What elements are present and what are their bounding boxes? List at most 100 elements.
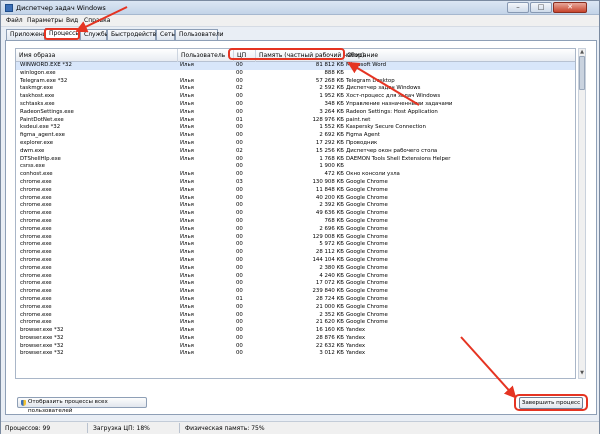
cell-image-name: conhost.exe — [20, 171, 53, 178]
tab-performance[interactable]: Быстродействие — [107, 29, 164, 40]
table-row[interactable]: figma_agent.exe Илья 00 2 692 КБ Figma Agent — [16, 132, 575, 140]
table-row[interactable]: winlogon.exe 00 888 КБ — [16, 70, 575, 78]
cell-user: Илья — [180, 334, 194, 341]
cell-memory: 2 392 КБ — [319, 202, 344, 209]
column-user[interactable]: Пользователь — [178, 49, 234, 62]
table-row[interactable]: chrome.exe Илья 00 2 380 КБ Google Chrome — [16, 265, 575, 273]
table-row[interactable]: chrome.exe Илья 00 768 КБ Google Chrome — [16, 218, 575, 226]
cell-memory: 144 104 КБ — [312, 256, 344, 263]
show-all-users-button[interactable]: Отобразить процессы всех пользователей — [17, 397, 147, 414]
cell-description: DAEMON Tools Shell Extensions Helper — [346, 155, 451, 162]
table-row[interactable]: WINWORD.EXE *32 Илья 00 81 812 КБ Microsoft … — [16, 62, 575, 70]
table-row[interactable]: chrome.exe Илья 00 4 240 КБ Google Chrome — [16, 273, 575, 281]
table-row[interactable]: chrome.exe Илья 01 28 724 КБ Google Chrome — [16, 296, 575, 304]
tab-services[interactable]: Службы — [80, 29, 109, 40]
cell-memory: 239 840 КБ — [312, 288, 344, 295]
vertical-scrollbar[interactable]: ▲ ▼ — [578, 48, 586, 379]
process-table[interactable]: Имя образа Пользователь ЦП Память (частн… — [15, 48, 576, 379]
menu-options[interactable]: Параметры — [27, 17, 63, 24]
tab-users[interactable]: Пользователи — [175, 29, 224, 40]
cell-image-name: WINWORD.EXE *32 — [20, 62, 72, 68]
maximize-button[interactable]: □ — [530, 2, 552, 13]
cell-cpu: 00 — [236, 225, 243, 232]
cell-image-name: chrome.exe — [20, 202, 52, 209]
menu-help[interactable]: Справка — [84, 17, 110, 24]
scroll-thumb[interactable] — [579, 56, 585, 90]
table-row[interactable]: browser.exe *32 Илья 00 28 876 КБ Yandex — [16, 335, 575, 343]
cell-description: Диспетчер задач Windows — [346, 85, 421, 92]
table-row[interactable]: ksdeui.exe *32 Илья 00 1 552 КБ Kaspersky Se… — [16, 124, 575, 132]
cell-memory: 21 000 КБ — [315, 303, 344, 310]
table-row[interactable]: chrome.exe Илья 00 40 200 КБ Google Chrome — [16, 195, 575, 203]
cell-memory: 3 264 КБ — [319, 108, 344, 115]
table-row[interactable]: schtasks.exe Илья 00 348 КБ Управление назна… — [16, 101, 575, 109]
cell-description: Хост-процесс для задач Windows — [346, 93, 441, 100]
processes-tab-highlight — [44, 28, 80, 40]
table-row[interactable]: browser.exe *32 Илья 00 16 160 КБ Yandex — [16, 327, 575, 335]
table-row[interactable]: chrome.exe Илья 00 2 696 КБ Google Chrome — [16, 226, 575, 234]
cell-description: Google Chrome — [346, 217, 388, 224]
table-row[interactable]: chrome.exe Илья 00 2 352 КБ Google Chrome — [16, 312, 575, 320]
cell-memory: 1 768 КБ — [319, 155, 344, 162]
close-button[interactable]: ✕ — [553, 2, 587, 13]
cell-image-name: explorer.exe — [20, 139, 54, 146]
tab-applications[interactable]: Приложения — [6, 29, 50, 40]
cell-description: Yandex — [346, 334, 366, 341]
cell-description: Radeon Settings: Host Application — [346, 108, 438, 115]
table-row[interactable]: explorer.exe Илья 00 17 292 КБ Проводник — [16, 140, 575, 148]
table-row[interactable]: chrome.exe Илья 00 21 620 КБ Google Chrome — [16, 319, 575, 327]
table-row[interactable]: PaintDotNet.exe Илья 01 128 976 КБ paint.net — [16, 117, 575, 125]
table-row[interactable]: conhost.exe Илья 00 472 КБ Окно консоли узла — [16, 171, 575, 179]
cell-memory: 22 632 КБ — [315, 342, 344, 349]
table-row[interactable]: browser.exe *32 Илья 00 22 632 КБ Yandex — [16, 343, 575, 351]
table-row[interactable]: browser.exe *32 Илья 00 3 012 КБ Yandex — [16, 350, 575, 358]
scroll-up-arrow-icon[interactable]: ▲ — [579, 49, 585, 56]
column-description[interactable]: Описание — [344, 49, 575, 62]
menu-file[interactable]: Файл — [6, 17, 23, 24]
table-row[interactable]: chrome.exe Илья 00 11 848 КБ Google Chrome — [16, 187, 575, 195]
cell-user: Илья — [180, 108, 194, 115]
table-row[interactable]: chrome.exe Илья 00 49 636 КБ Google Chrome — [16, 210, 575, 218]
cell-user: Илья — [180, 147, 194, 154]
table-row[interactable]: chrome.exe Илья 00 129 008 КБ Google Chrome — [16, 234, 575, 242]
column-image-name[interactable]: Имя образа — [16, 49, 178, 62]
table-row[interactable]: chrome.exe Илья 00 28 112 КБ Google Chrome — [16, 249, 575, 257]
table-row[interactable]: chrome.exe Илья 03 130 908 КБ Google Chrome — [16, 179, 575, 187]
table-row[interactable]: chrome.exe Илья 00 2 392 КБ Google Chrome — [16, 202, 575, 210]
cell-user: Илья — [180, 93, 194, 100]
cell-user: Илья — [180, 202, 194, 209]
cell-memory: 1 952 КБ — [319, 93, 344, 100]
cell-cpu: 00 — [236, 93, 243, 100]
title-bar[interactable]: Диспетчер задач Windows – □ ✕ — [1, 1, 599, 15]
task-manager-icon — [5, 4, 13, 12]
cell-cpu: 00 — [236, 233, 243, 240]
table-row[interactable]: chrome.exe Илья 00 17 072 КБ Google Chrome — [16, 280, 575, 288]
cell-image-name: figma_agent.exe — [20, 132, 65, 139]
cell-user: Илья — [180, 288, 194, 295]
cell-cpu: 00 — [236, 132, 243, 139]
cell-memory: 768 КБ — [324, 217, 344, 224]
minimize-button[interactable]: – — [507, 2, 529, 13]
table-row[interactable]: dwm.exe Илья 02 15 256 КБ Диспетчер окон раб… — [16, 148, 575, 156]
table-row[interactable]: csrss.exe 00 1 900 КБ — [16, 163, 575, 171]
table-row[interactable]: taskmgr.exe Илья 02 2 592 КБ Диспетчер задач… — [16, 85, 575, 93]
table-row[interactable]: taskhost.exe Илья 00 1 952 КБ Хост-процесс д… — [16, 93, 575, 101]
cell-memory: 49 636 КБ — [315, 210, 344, 217]
cell-user: Илья — [180, 178, 194, 185]
cell-memory: 15 256 КБ — [315, 147, 344, 154]
table-row[interactable]: chrome.exe Илья 00 21 000 КБ Google Chrome — [16, 304, 575, 312]
cell-cpu: 00 — [236, 280, 243, 287]
table-row[interactable]: Telegram.exe *32 Илья 00 57 268 КБ Telegram … — [16, 78, 575, 86]
table-row[interactable]: chrome.exe Илья 00 144 104 КБ Google Chrome — [16, 257, 575, 265]
cell-image-name: RadeonSettings.exe — [20, 108, 74, 115]
table-row[interactable]: DTShellHlp.exe Илья 00 1 768 КБ DAEMON Tools… — [16, 156, 575, 164]
tab-network[interactable]: Сеть — [156, 29, 175, 40]
table-row[interactable]: chrome.exe Илья 00 5 972 КБ Google Chrome — [16, 241, 575, 249]
menu-view[interactable]: Вид — [66, 17, 78, 24]
cell-memory: 1 900 КБ — [319, 163, 344, 170]
cell-user: Илья — [180, 303, 194, 310]
table-row[interactable]: chrome.exe Илья 00 239 840 КБ Google Chrome — [16, 288, 575, 296]
table-row[interactable]: RadeonSettings.exe Илья 00 3 264 КБ Radeon S… — [16, 109, 575, 117]
cell-description: Google Chrome — [346, 272, 388, 279]
scroll-down-arrow-icon[interactable]: ▼ — [579, 370, 585, 377]
